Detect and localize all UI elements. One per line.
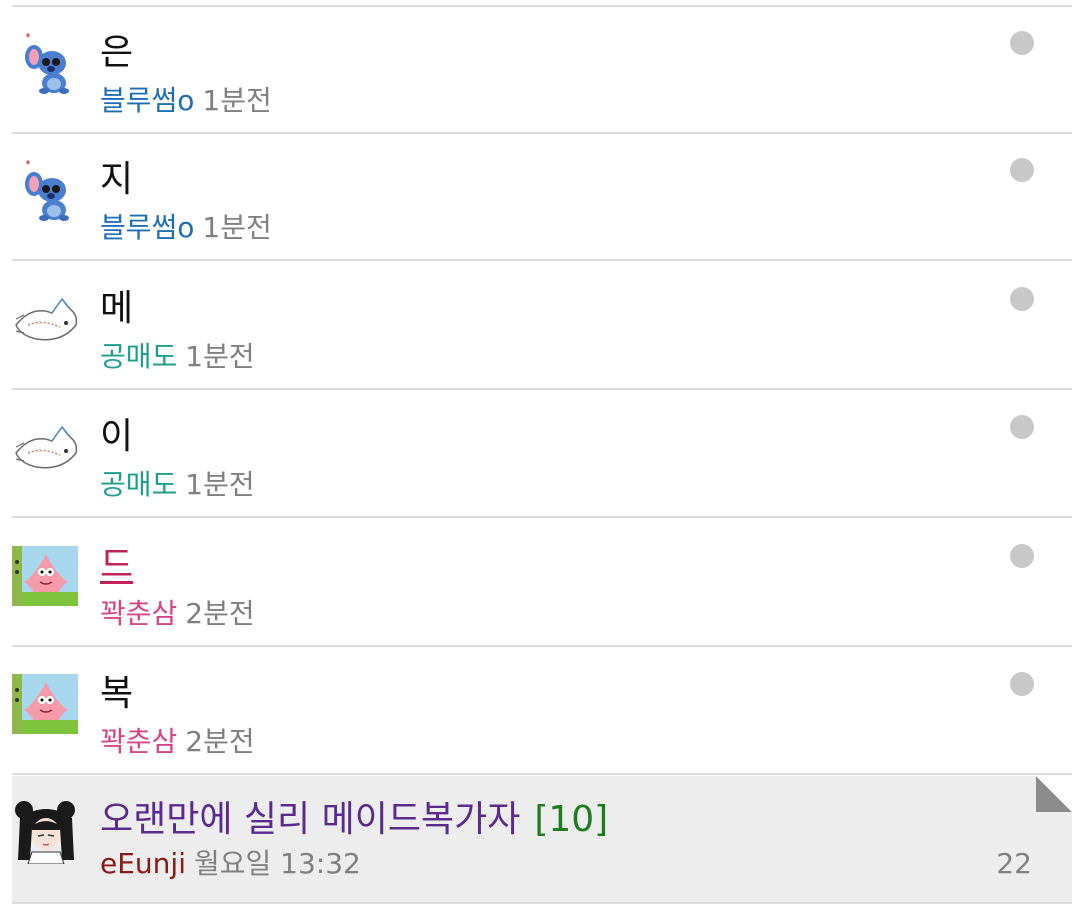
comment-row[interactable]: 복 꽉춘삼 2분전: [12, 648, 1072, 775]
fish-sketch-avatar[interactable]: [12, 413, 80, 479]
comment-time: 2분전: [185, 597, 255, 630]
status-dot-icon: [1010, 287, 1034, 311]
status-dot-icon: [1010, 672, 1034, 696]
post-title[interactable]: 오랜만에 실리 메이드복가자 [10]: [100, 796, 608, 844]
comment-text: 메: [100, 288, 134, 329]
comment-count-badge: [10]: [534, 799, 609, 840]
stitch-avatar[interactable]: [22, 29, 80, 95]
page-curl-icon: [1036, 776, 1072, 812]
comment-row[interactable]: 지 블루썸o 1분전: [12, 134, 1072, 261]
patrick-avatar[interactable]: [12, 670, 80, 736]
comment-author[interactable]: 공매도: [100, 340, 177, 373]
comment-time: 1분전: [202, 84, 272, 117]
comment-row[interactable]: 드 꽉춘삼 2분전: [12, 520, 1072, 647]
comment-meta: 공매도 1분전: [100, 467, 255, 503]
comment-text: 은: [100, 32, 134, 73]
comment-meta: 블루썸o 1분전: [100, 210, 272, 246]
comment-meta: 공매도 1분전: [100, 339, 255, 375]
stitch-avatar[interactable]: [22, 156, 80, 222]
fish-sketch-avatar[interactable]: [12, 285, 80, 351]
comment-author[interactable]: 블루썸o: [100, 84, 194, 117]
status-dot-icon: [1010, 158, 1034, 182]
comment-time: 1분전: [185, 340, 255, 373]
comment-time: 1분전: [185, 468, 255, 501]
comment-author[interactable]: 공매도: [100, 468, 177, 501]
post-meta: eEunji 월요일 13:32: [100, 846, 361, 882]
comment-text-link[interactable]: 드: [100, 542, 133, 590]
post-number: 22: [996, 847, 1032, 880]
comment-text: 복: [100, 673, 134, 714]
comment-row[interactable]: 은 블루썸o 1분전: [12, 7, 1072, 134]
comment-time: 2분전: [185, 725, 255, 758]
comment-row[interactable]: 메 공매도 1분전: [12, 263, 1072, 390]
post-time: 월요일 13:32: [193, 847, 361, 880]
comment-text: 지: [100, 159, 134, 200]
comment-meta: 꽉춘삼 2분전: [100, 724, 255, 760]
comment-author[interactable]: 꽉춘삼: [100, 597, 177, 630]
patrick-avatar[interactable]: [12, 542, 80, 608]
status-dot-icon: [1010, 31, 1034, 55]
status-dot-icon: [1010, 415, 1034, 439]
anime-girl-avatar[interactable]: [12, 798, 80, 864]
comment-author[interactable]: 블루썸o: [100, 211, 194, 244]
post-title-text[interactable]: 오랜만에 실리 메이드복가자: [100, 799, 520, 840]
status-dot-icon: [1010, 544, 1034, 568]
comment-row[interactable]: 이 공매도 1분전: [12, 391, 1072, 518]
comment-text: 이: [100, 416, 134, 457]
comment-author[interactable]: 꽉춘삼: [100, 725, 177, 758]
comment-time: 1분전: [202, 211, 272, 244]
comment-meta: 꽉춘삼 2분전: [100, 596, 255, 632]
post-row[interactable]: 오랜만에 실리 메이드복가자 [10] eEunji 월요일 13:32 22: [12, 776, 1072, 904]
comment-meta: 블루썸o 1분전: [100, 83, 272, 119]
post-author[interactable]: eEunji: [100, 847, 186, 880]
